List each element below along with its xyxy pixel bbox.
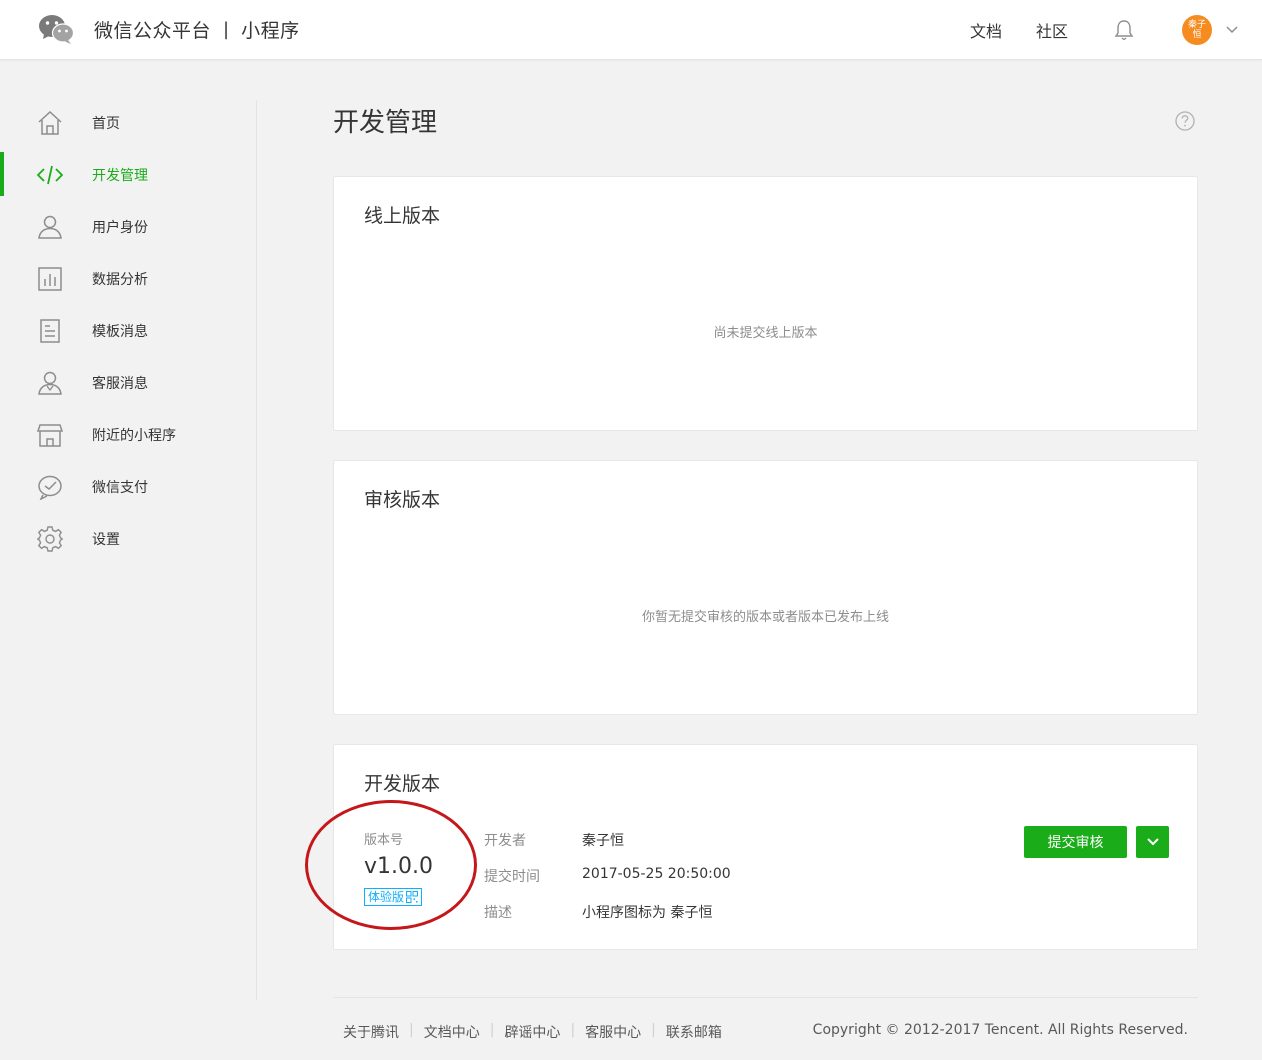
code-icon (37, 165, 63, 185)
sidebar-item-wechat-pay[interactable]: 微信支付 (0, 464, 256, 508)
sidebar-item-data-analysis[interactable]: 数据分析 (0, 256, 256, 300)
footer-link-email[interactable]: 联系邮箱 (666, 1022, 722, 1042)
avatar[interactable]: 秦子恒 (1182, 15, 1212, 45)
gear-icon (37, 526, 63, 552)
version-label: 版本号 (364, 833, 404, 848)
page-title: 开发管理 (333, 108, 438, 138)
footer-separator: | (409, 1022, 414, 1038)
sidebar-item-label: 客服消息 (92, 376, 148, 392)
review-version-title: 审核版本 (364, 489, 441, 511)
docs-link[interactable]: 文档 (970, 18, 1002, 42)
submit-review-button[interactable]: 提交审核 (1024, 826, 1127, 858)
footer-links: 关于腾讯 | 文档中心 | 辟谣中心 | 客服中心 | 联系邮箱 (343, 1022, 722, 1042)
header-nav: 文档 社区 秦子恒 (970, 0, 1262, 60)
footer-separator: | (570, 1022, 576, 1038)
footer-link-rumor[interactable]: 辟谣中心 (504, 1022, 560, 1042)
help-icon[interactable] (1175, 111, 1195, 131)
submit-time-key: 提交时间 (484, 869, 540, 885)
chevron-down-icon (1146, 838, 1159, 846)
online-version-empty: 尚未提交线上版本 (713, 326, 818, 341)
footer-link-service[interactable]: 客服中心 (585, 1022, 641, 1042)
review-version-empty: 你暂无提交审核的版本或者版本已发布上线 (641, 610, 889, 625)
sidebar-item-label: 数据分析 (92, 272, 148, 288)
bell-icon[interactable] (1114, 19, 1134, 41)
product-name: 小程序 (241, 19, 300, 42)
footer-separator: | (651, 1022, 656, 1038)
sidebar-item-label: 开发管理 (92, 168, 148, 184)
sidebar-item-service-msg[interactable]: 客服消息 (0, 360, 256, 404)
experience-badge[interactable]: 体验版 (364, 888, 423, 906)
more-actions-dropdown[interactable] (1136, 826, 1169, 858)
pay-icon (38, 475, 62, 500)
chevron-down-icon[interactable] (1226, 26, 1238, 34)
sidebar-item-dev-manage[interactable]: 开发管理 (0, 152, 256, 196)
sidebar-item-home[interactable]: 首页 (0, 100, 256, 144)
store-icon (37, 424, 63, 447)
sidebar-item-label: 首页 (92, 116, 120, 132)
sidebar-item-label: 模板消息 (92, 324, 148, 340)
sidebar-item-label: 微信支付 (92, 480, 148, 496)
copyright: Copyright © 2012-2017 Tencent. All Right… (812, 1022, 1188, 1038)
online-version-card: 线上版本 尚未提交线上版本 (333, 176, 1198, 431)
sidebar: 首页 开发管理 用户身份 数据分析 模板消息 客服消息 附近的小程序 微信支付 … (0, 100, 257, 1000)
sidebar-item-user-identity[interactable]: 用户身份 (0, 204, 256, 248)
sidebar-item-label: 用户身份 (92, 220, 148, 236)
submit-time-value: 2017-05-25 20:50:00 (582, 866, 731, 882)
dev-version-title: 开发版本 (364, 773, 441, 795)
sidebar-item-label: 设置 (92, 532, 120, 548)
sidebar-item-settings[interactable]: 设置 (0, 516, 256, 560)
brand-separator: | (223, 18, 230, 40)
doc-icon (40, 319, 60, 343)
footer-link-docs[interactable]: 文档中心 (424, 1022, 480, 1042)
online-version-title: 线上版本 (364, 205, 441, 227)
description-value: 小程序图标为 秦子恒 (582, 905, 713, 921)
home-icon (38, 110, 62, 135)
version-number: v1.0.0 (364, 854, 433, 879)
service-icon (38, 371, 62, 395)
qrcode-icon (406, 891, 419, 903)
sidebar-item-nearby[interactable]: 附近的小程序 (0, 412, 256, 456)
developer-key: 开发者 (484, 833, 526, 849)
experience-badge-label: 体验版 (368, 890, 405, 904)
brand[interactable]: 微信公众平台 | 小程序 (38, 12, 300, 46)
footer-link-about[interactable]: 关于腾讯 (343, 1022, 399, 1042)
developer-value: 秦子恒 (582, 833, 624, 849)
brand-name: 微信公众平台 (94, 19, 212, 42)
user-icon (38, 215, 62, 239)
wechat-logo-icon (39, 15, 74, 44)
description-key: 描述 (484, 905, 512, 921)
community-link[interactable]: 社区 (1036, 18, 1068, 42)
review-version-card: 审核版本 你暂无提交审核的版本或者版本已发布上线 (333, 460, 1198, 715)
sidebar-item-label: 附近的小程序 (92, 428, 176, 444)
sidebar-item-template-msg[interactable]: 模板消息 (0, 308, 256, 352)
footer-divider (333, 997, 1198, 998)
chart-icon (38, 267, 62, 291)
top-header: 微信公众平台 | 小程序 文档 社区 秦子恒 (0, 0, 1262, 60)
footer-separator: | (489, 1022, 495, 1038)
dev-version-card: 开发版本 版本号 v1.0.0 体验版 开发者 秦子恒 提交时间 2017-05… (333, 744, 1198, 950)
